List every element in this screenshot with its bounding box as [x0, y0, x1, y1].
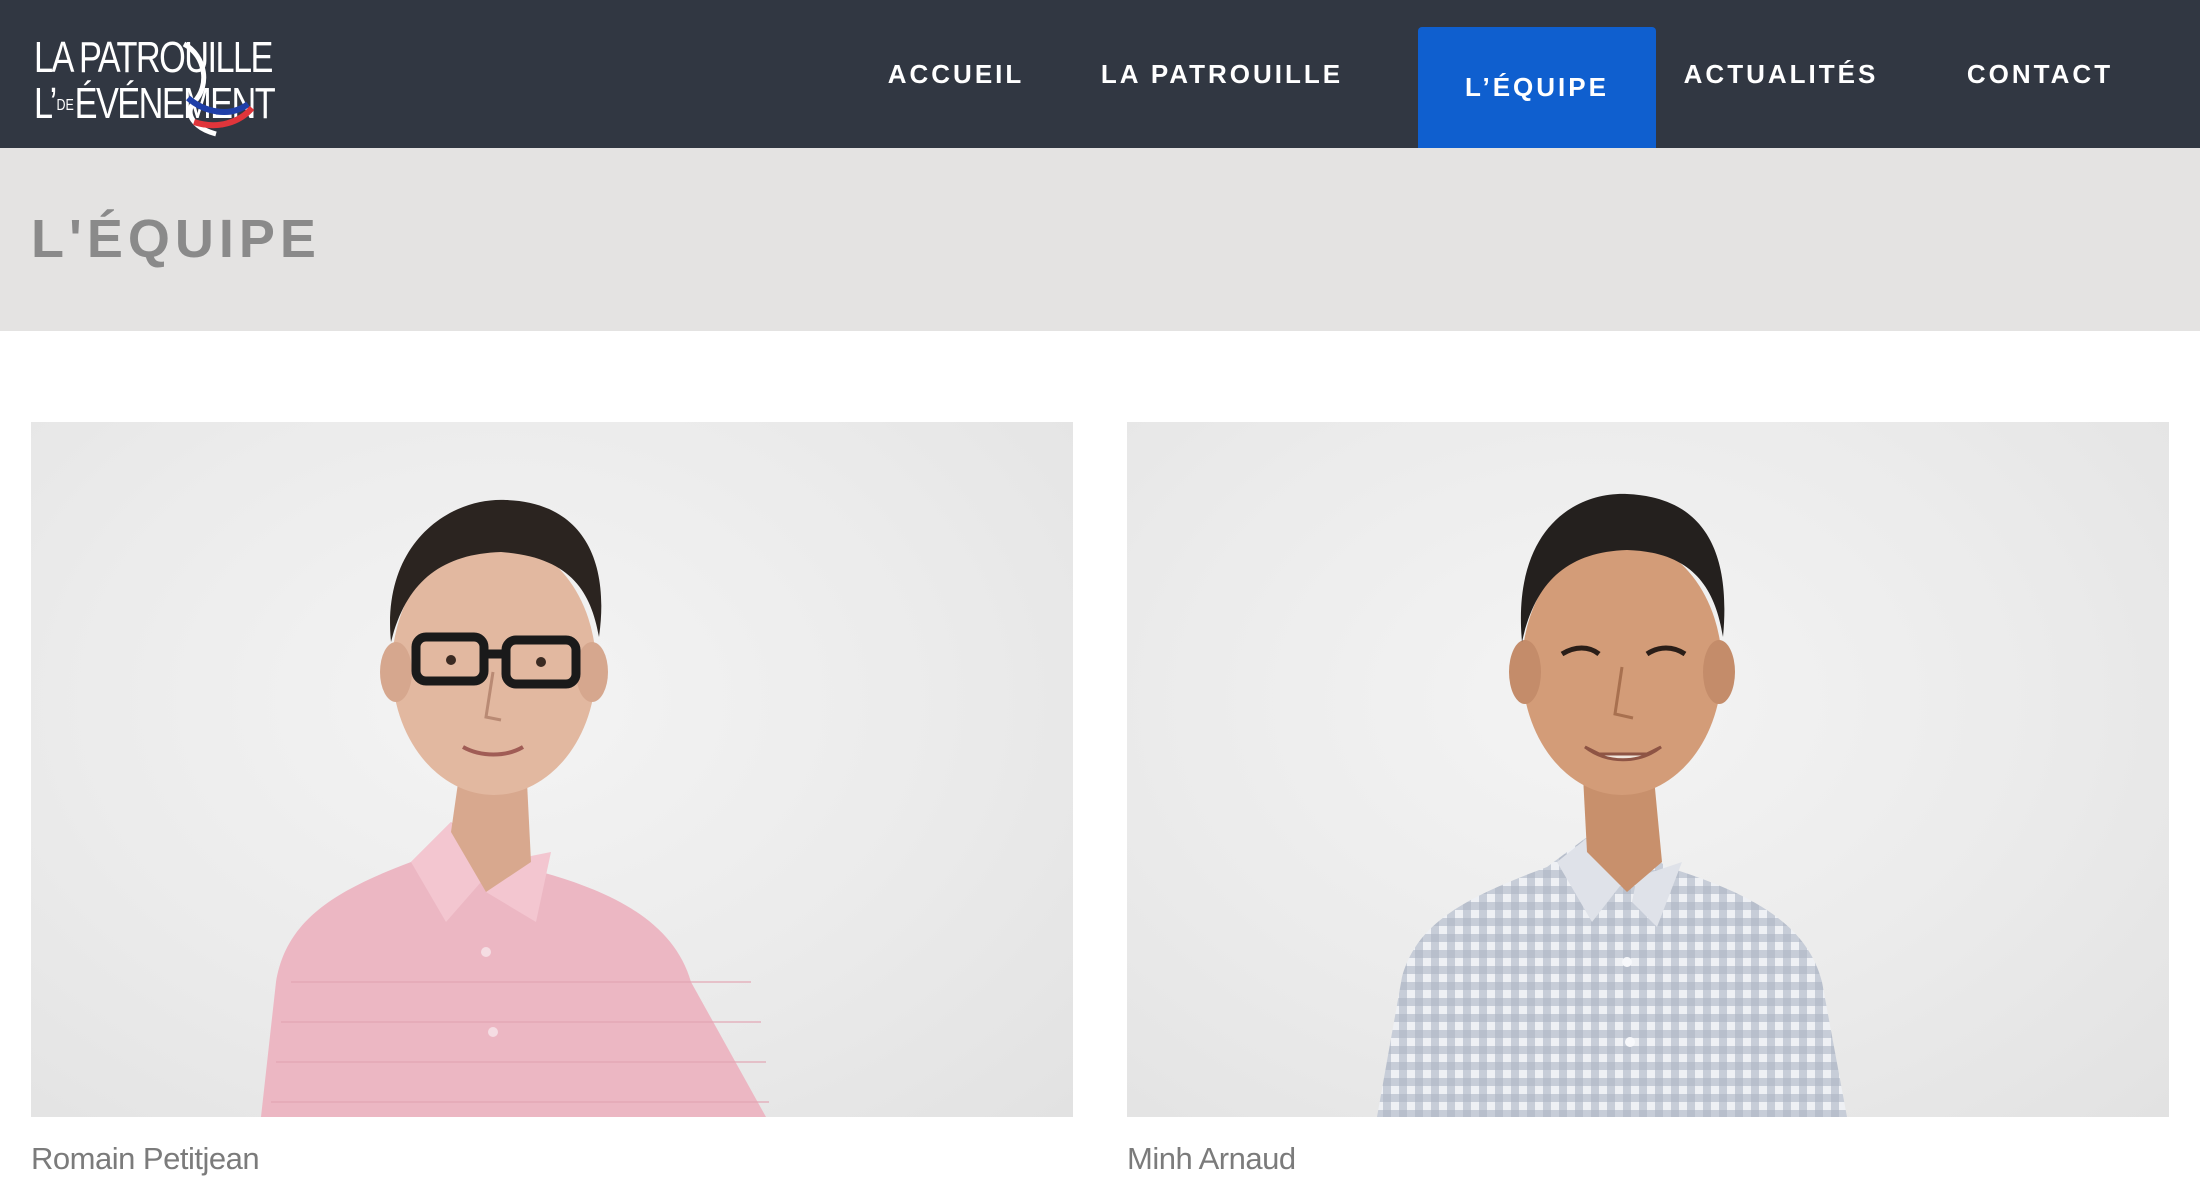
- team-member-photo: [31, 422, 1073, 1117]
- nav-item-accueil[interactable]: ACCUEIL: [872, 0, 1040, 148]
- person-portrait-icon: [1377, 493, 1847, 1117]
- team-member-photo: [1127, 422, 2169, 1117]
- site-header: LA PATROUILLE L’DEÉVÉNEMENT ACCUEIL LA P…: [0, 0, 2200, 148]
- nav-item-la-patrouille[interactable]: LA PATROUILLE: [1097, 0, 1347, 148]
- site-logo[interactable]: LA PATROUILLE L’DEÉVÉNEMENT: [34, 36, 304, 140]
- nav-item-contact[interactable]: CONTACT: [1945, 0, 2135, 148]
- tricolor-ribbon-icon: [182, 41, 255, 137]
- team-member-card: Minh Arnaud: [1127, 422, 2169, 1177]
- team-member-card: Romain Petitjean: [31, 422, 1073, 1177]
- person-portrait-icon: [261, 499, 769, 1117]
- nav-item-actualites[interactable]: ACTUALITÉS: [1675, 0, 1887, 148]
- nav-item-equipe[interactable]: L’ÉQUIPE: [1418, 27, 1656, 148]
- page-title: L'ÉQUIPE: [31, 209, 321, 269]
- team-member-name: Minh Arnaud: [1127, 1141, 1296, 1176]
- team-member-name: Romain Petitjean: [31, 1141, 260, 1176]
- page-title-band: L'ÉQUIPE: [0, 148, 2200, 331]
